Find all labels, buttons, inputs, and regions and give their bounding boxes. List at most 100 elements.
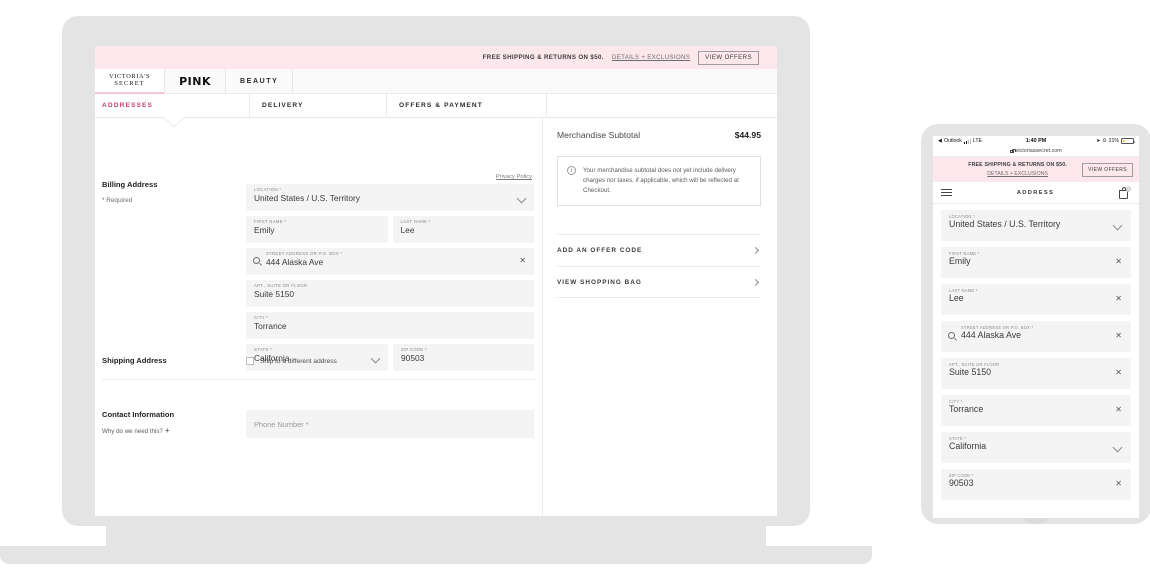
ship-different-address-row[interactable]: Ship to a different address <box>246 356 337 365</box>
field-phone-number[interactable]: Phone Number * <box>246 410 534 438</box>
battery-icon <box>1121 138 1135 144</box>
phone-field-state[interactable]: STATE * California <box>941 432 1131 463</box>
privacy-policy-link[interactable]: Privacy Policy <box>496 174 532 180</box>
chevron-right-icon <box>751 278 760 286</box>
field-zip-label: ZIP CODE * <box>401 347 427 352</box>
phone-status-bar: ◀ Outlook LTE 1:40 PM ➤ ⏲ 21% <box>933 136 1139 146</box>
merchandise-subtotal-label: Merchandise Subtotal <box>557 130 641 140</box>
hamburger-icon[interactable] <box>941 186 952 199</box>
phone-field-last-name-value: Lee <box>949 293 964 304</box>
phone-page-title: ADDRESS <box>1016 189 1055 196</box>
step-offers-payment[interactable]: OFFERS & PAYMENT <box>387 94 547 117</box>
back-arrow-icon[interactable]: ◀ <box>938 138 942 144</box>
view-offers-button[interactable]: VIEW OFFERS <box>698 50 759 65</box>
screenshot-stage: FREE SHIPPING & RETURNS ON $50. DETAILS … <box>0 0 1150 578</box>
field-street-address[interactable]: STREET ADDRESS OR P.O. BOX * 444 Alaska … <box>246 248 534 275</box>
why-do-we-need-this-link[interactable]: Why do we need this? + <box>102 426 246 435</box>
phone-view-offers-button[interactable]: VIEW OFFERS <box>1082 162 1133 177</box>
status-battery-percent: 21% <box>1108 138 1119 144</box>
billing-address-heading-group: Billing Address * Required <box>102 180 157 204</box>
field-state-label: STATE * <box>254 347 273 352</box>
merchandise-subtotal-amount: $44.95 <box>734 130 761 140</box>
phone-url-text: victoriassecret.com <box>1015 148 1062 154</box>
contact-information-heading: Contact Information <box>102 410 175 419</box>
address-form-column: Privacy Policy Billing Address * Require… <box>95 118 542 516</box>
clear-icon[interactable]: ✕ <box>1115 480 1122 488</box>
info-icon: i <box>567 166 576 175</box>
clear-icon[interactable]: ✕ <box>1115 406 1122 414</box>
step-addresses[interactable]: ADDRESSES <box>95 94 250 117</box>
phone-field-apt[interactable]: APT., SUITE OR FLOOR Suite 5150 ✕ <box>941 358 1131 389</box>
phone-field-last-name[interactable]: LAST NAME * Lee ✕ <box>941 284 1131 315</box>
field-street-address-value: 444 Alaska Ave <box>266 257 324 268</box>
phone-field-city-value: Torrance <box>949 404 984 415</box>
billing-fields: LOCATION * United States / U.S. Territor… <box>246 184 534 376</box>
phone-device-mockup: ◀ Outlook LTE 1:40 PM ➤ ⏲ 21% victoriass… <box>921 124 1150 539</box>
field-last-name-label: LAST NAME * <box>400 219 431 224</box>
promo-banner: FREE SHIPPING & RETURNS ON $50. DETAILS … <box>95 46 777 69</box>
clear-icon[interactable]: ✕ <box>519 257 526 265</box>
laptop-device-mockup: FREE SHIPPING & RETURNS ON $50. DETAILS … <box>0 16 872 564</box>
plus-icon: + <box>164 426 170 435</box>
section-divider <box>102 379 535 380</box>
promo-details-link[interactable]: DETAILS + EXCLUSIONS <box>612 54 690 61</box>
field-apt-value: Suite 5150 <box>254 289 295 300</box>
merchandise-subtotal-row: Merchandise Subtotal $44.95 <box>557 130 761 140</box>
shipping-address-heading: Shipping Address <box>102 356 167 365</box>
shopping-bag-badge: 1 <box>1125 186 1131 192</box>
clear-icon[interactable]: ✕ <box>1115 369 1122 377</box>
field-city[interactable]: CITY * Torrance <box>246 312 534 339</box>
victorias-secret-logo: VICTORIA'S SECRET <box>109 74 150 87</box>
field-street-address-label: STREET ADDRESS OR P.O. BOX * <box>266 251 343 256</box>
phone-field-apt-value: Suite 5150 <box>949 367 992 378</box>
phone-field-first-name-value: Emily <box>949 256 971 267</box>
phone-screen: ◀ Outlook LTE 1:40 PM ➤ ⏲ 21% victoriass… <box>933 136 1139 518</box>
phone-field-street-address[interactable]: STREET ADDRESS OR P.O. BOX * 444 Alaska … <box>941 321 1131 352</box>
field-last-name[interactable]: LAST NAME * Lee <box>392 216 534 243</box>
field-first-name[interactable]: FIRST NAME * Emily <box>246 216 388 243</box>
brand-tab-victorias-secret[interactable]: VICTORIA'S SECRET <box>95 69 166 94</box>
status-back-app: Outlook <box>944 138 962 144</box>
step-delivery[interactable]: DELIVERY <box>250 94 387 117</box>
brand-tab-beauty[interactable]: BEAUTY <box>226 69 294 93</box>
order-summary-column: Merchandise Subtotal $44.95 i Your merch… <box>542 118 777 516</box>
clear-icon[interactable]: ✕ <box>1115 295 1122 303</box>
field-apt-suite-floor[interactable]: APT., SUITE OR FLOOR Suite 5150 <box>246 280 534 307</box>
ship-different-label: Ship to a different address <box>260 357 337 365</box>
view-shopping-bag-row[interactable]: VIEW SHOPPING BAG <box>557 266 761 299</box>
shopping-bag-icon[interactable]: 1 <box>1119 186 1131 199</box>
step-active-notch <box>163 117 185 126</box>
phone-promo-details-link[interactable]: DETAILS + EXCLUSIONS <box>953 171 1082 177</box>
laptop-base <box>0 546 872 564</box>
status-carrier: LTE <box>972 138 982 144</box>
phone-url-bar[interactable]: victoriassecret.com <box>933 146 1139 157</box>
beauty-logo: BEAUTY <box>240 77 279 85</box>
status-time: 1:40 PM <box>1025 138 1047 144</box>
brand-tab-pink[interactable]: PINK <box>165 69 227 93</box>
phone-field-location[interactable]: LOCATION * United States / U.S. Territor… <box>941 210 1131 241</box>
phone-field-zip[interactable]: ZIP CODE * 90503 ✕ <box>941 469 1131 500</box>
field-first-name-value: Emily <box>254 225 275 236</box>
view-shopping-bag-label: VIEW SHOPPING BAG <box>557 278 642 286</box>
phone-field-city[interactable]: CITY * Torrance ✕ <box>941 395 1131 426</box>
contact-information-section: Contact Information Why do we need this?… <box>102 396 535 438</box>
vs-logo-line2: SECRET <box>114 80 145 87</box>
phone-nav-bar: ADDRESS 1 <box>933 182 1139 204</box>
location-arrow-icon: ➤ <box>1096 138 1101 144</box>
shipping-address-section: Shipping Address Ship to a different add… <box>102 356 535 380</box>
field-location[interactable]: LOCATION * United States / U.S. Territor… <box>246 184 534 211</box>
laptop-screen: FREE SHIPPING & RETURNS ON $50. DETAILS … <box>95 46 777 516</box>
search-icon <box>948 332 955 339</box>
clear-icon[interactable]: ✕ <box>1115 332 1122 340</box>
billing-address-heading: Billing Address <box>102 180 158 189</box>
field-apt-label: APT., SUITE OR FLOOR <box>254 283 308 288</box>
ship-different-checkbox[interactable] <box>246 357 254 365</box>
phone-address-form: LOCATION * United States / U.S. Territor… <box>933 204 1139 514</box>
add-offer-code-row[interactable]: ADD AN OFFER CODE <box>557 234 761 266</box>
subtotal-note-box: i Your merchandise subtotal does not yet… <box>557 156 761 207</box>
clear-icon[interactable]: ✕ <box>1115 258 1122 266</box>
phone-field-location-value: United States / U.S. Territory <box>949 219 1061 230</box>
why-label: Why do we need this? <box>102 428 163 435</box>
signal-bars-icon <box>963 138 971 144</box>
phone-field-first-name[interactable]: FIRST NAME * Emily ✕ <box>941 247 1131 278</box>
